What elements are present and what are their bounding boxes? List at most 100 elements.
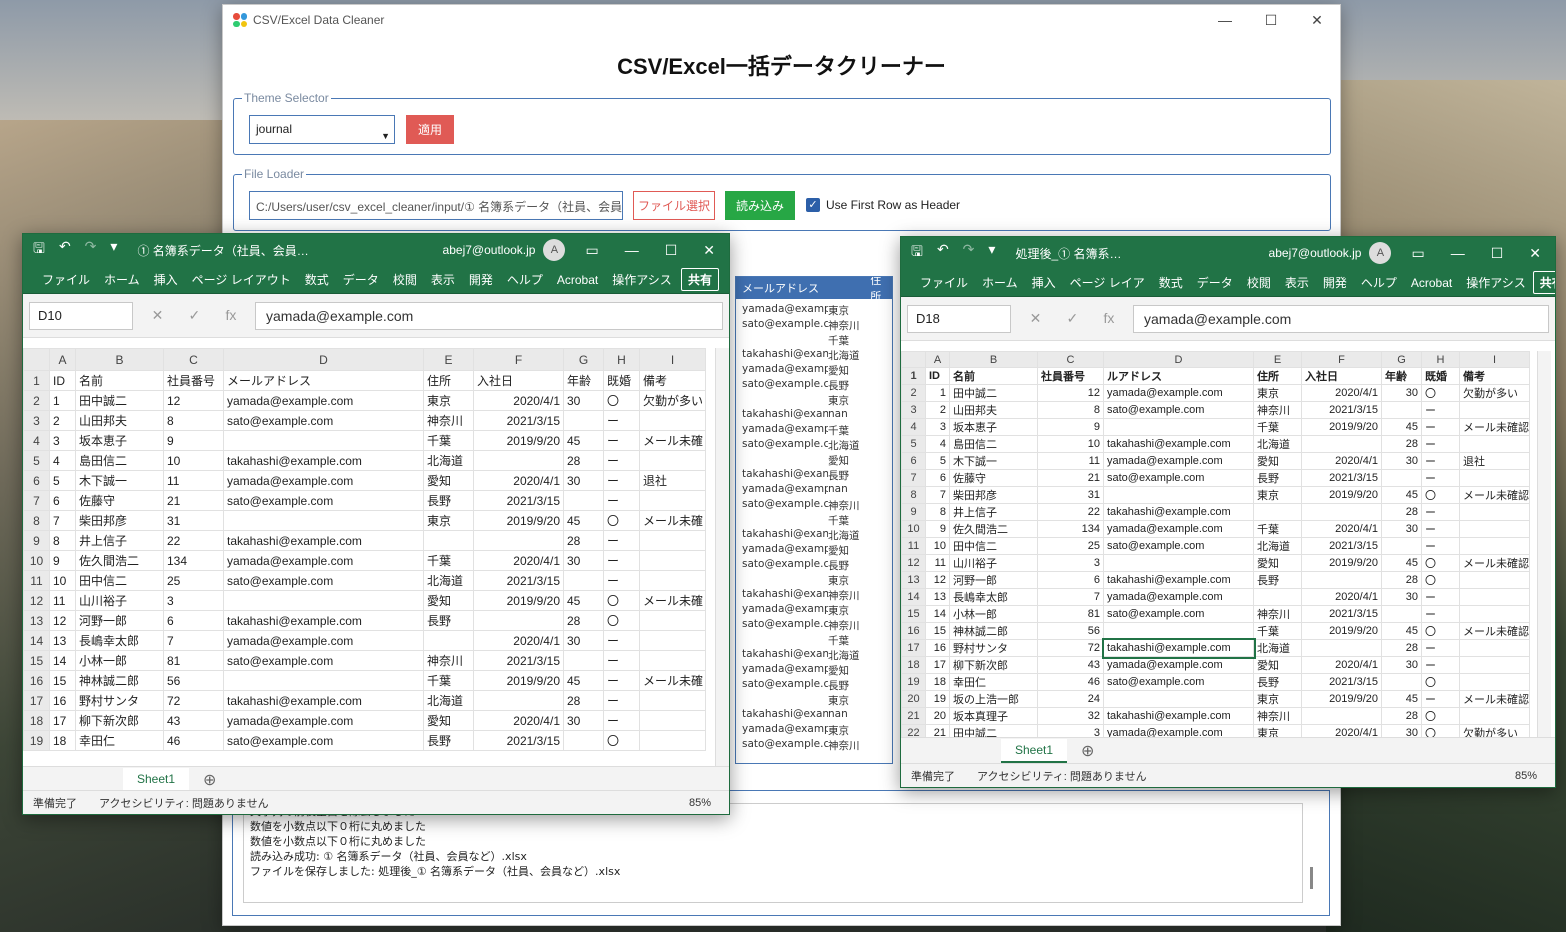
cell[interactable]: 佐久間浩二 [75,550,164,571]
row-header[interactable]: 4 [23,430,50,451]
cell[interactable]: 〇 [603,590,640,611]
cell[interactable]: sato@example.com [223,570,424,591]
row-header[interactable]: 19 [23,730,50,751]
cell[interactable]: 佐藤守 [949,469,1038,487]
cell[interactable]: 6 [1037,571,1104,589]
cell[interactable]: 愛知 [423,590,474,611]
row-header[interactable]: 1 [901,367,926,385]
cell[interactable]: yamada@example.com [1103,724,1254,737]
cell[interactable]: 7 [163,630,224,651]
cell[interactable]: 神奈川 [423,650,474,671]
cell[interactable]: 〇 [1421,707,1460,725]
cell[interactable]: 72 [163,690,224,711]
row-header[interactable]: 15 [901,605,926,623]
undo-icon[interactable]: ↶ [59,238,71,262]
cell[interactable]: 2 [49,410,76,431]
cell[interactable] [1103,486,1254,504]
cell[interactable]: 2020/4/1 [1301,724,1382,737]
cell[interactable]: 30 [1381,520,1422,538]
cell[interactable]: 北海道 [423,450,474,471]
ribbon-tab[interactable]: Acrobat [1404,276,1459,290]
cell[interactable] [1103,622,1254,640]
row-header[interactable]: 15 [23,650,50,671]
cell[interactable]: 愛知 [1253,554,1302,572]
cell[interactable]: 2 [925,401,950,419]
cell[interactable]: 2019/9/20 [473,590,564,611]
row-header[interactable]: 6 [23,470,50,491]
row-header[interactable]: 13 [23,610,50,631]
cell[interactable] [423,630,474,651]
column-header[interactable]: F [473,348,564,371]
ribbon-tab[interactable]: 挿入 [1025,274,1063,291]
avatar[interactable]: A [543,239,566,261]
cell[interactable]: takahashi@example.com [1103,707,1254,725]
cell[interactable]: 北海道 [1253,435,1302,453]
cell[interactable]: takahashi@example.com [1103,571,1254,589]
cell[interactable]: 東京 [423,510,474,531]
cell[interactable]: メール未確認 [1459,418,1530,436]
cell[interactable]: 柴田邦彦 [75,510,164,531]
cell[interactable]: 年齢 [1381,367,1422,385]
cell[interactable]: 13 [49,630,76,651]
cell[interactable]: 山川裕子 [949,554,1038,572]
cell[interactable] [1459,656,1530,674]
cell[interactable]: 8 [925,503,950,521]
cell[interactable]: 11 [1037,452,1104,470]
cell[interactable]: 8 [1037,401,1104,419]
cell[interactable]: 45 [1381,554,1422,572]
row-header[interactable]: 3 [901,401,926,419]
vertical-scrollbar[interactable] [1537,351,1551,737]
maximize-icon[interactable]: ☐ [665,242,678,259]
cell[interactable]: ー [603,670,640,691]
customize-icon[interactable]: ▾ [110,238,117,262]
ribbon-display-icon[interactable]: ▭ [1411,245,1424,262]
cell[interactable]: 坂本恵子 [949,418,1038,436]
cell[interactable]: 2020/4/1 [1301,384,1382,402]
cell[interactable]: 河野一郎 [75,610,164,631]
cell[interactable]: 81 [1037,605,1104,623]
ribbon-tab[interactable]: 開発 [462,271,500,288]
cancel-icon[interactable]: ✕ [152,307,164,324]
row-header[interactable]: 8 [23,510,50,531]
cell[interactable]: 5 [925,452,950,470]
cell[interactable]: 28 [563,610,604,631]
ribbon-tab[interactable]: 操作アシス [605,271,679,288]
cell[interactable] [639,710,706,731]
cell[interactable]: 山田邦夫 [75,410,164,431]
cell[interactable]: 4 [925,435,950,453]
close-icon[interactable]: ✕ [1294,12,1340,29]
ribbon-tab[interactable]: ページ レイア [1063,274,1152,291]
cell[interactable]: 2020/4/1 [1301,656,1382,674]
ribbon-tab[interactable]: 校閲 [1240,274,1278,291]
cell[interactable]: 井上信子 [75,530,164,551]
cell[interactable]: 46 [1037,673,1104,691]
column-header[interactable]: A [49,348,76,371]
undo-icon[interactable]: ↶ [937,241,949,265]
add-sheet-icon[interactable]: ⊕ [1081,741,1094,761]
cell[interactable]: 4 [49,450,76,471]
cell[interactable] [1253,503,1302,521]
ribbon-tab[interactable]: ホーム [975,274,1025,291]
row-header[interactable]: 10 [23,550,50,571]
cell[interactable]: 11 [163,470,224,491]
cell[interactable]: 8 [49,530,76,551]
cell[interactable]: 入社日 [1301,367,1382,385]
row-header[interactable]: 20 [901,690,926,708]
cell[interactable]: yamada@example.com [223,470,424,491]
cell[interactable]: ー [603,410,640,431]
cell[interactable]: 45 [563,670,604,691]
cell[interactable] [1459,605,1530,623]
cell[interactable]: 9 [49,550,76,571]
cell[interactable]: 愛知 [1253,452,1302,470]
cell[interactable]: 名前 [75,370,164,391]
ribbon-tab[interactable]: 操作アシス [1459,274,1533,291]
cell[interactable]: 北海道 [423,570,474,591]
column-header[interactable]: G [1381,351,1422,368]
row-header[interactable]: 16 [23,670,50,691]
name-box[interactable]: D10 [29,301,133,330]
cell[interactable] [639,690,706,711]
share-button[interactable]: 共有 [1532,271,1555,294]
cell[interactable]: sato@example.com [1103,673,1254,691]
cell[interactable] [1459,503,1530,521]
cell[interactable]: 2021/3/15 [1301,673,1382,691]
